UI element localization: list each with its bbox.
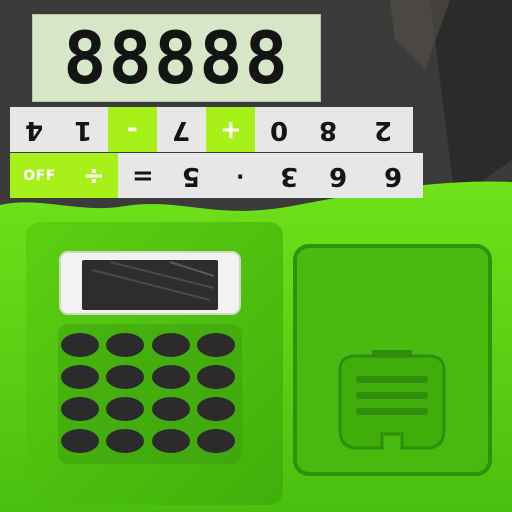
key-6-b[interactable]: 6 [363, 153, 423, 198]
key-2[interactable]: 2 [353, 107, 413, 152]
key-decimal[interactable]: · [216, 153, 265, 198]
round-key [152, 365, 190, 389]
round-key [61, 365, 99, 389]
key-7[interactable]: 7 [157, 107, 206, 152]
lcd-digits: 88888 [63, 16, 290, 100]
key-1[interactable]: 1 [59, 107, 108, 152]
battery-cover-icon [338, 350, 446, 450]
key-3[interactable]: 3 [265, 153, 314, 198]
keypad-row-1: 4 1 - 7 + 0 8 2 [10, 107, 455, 152]
keypad-panel: 4 1 - 7 + 0 8 2 OFF ÷ = 5 · 3 6 6 [10, 107, 455, 198]
lcd-display: 88888 [32, 14, 321, 102]
keypad-row-2: OFF ÷ = 5 · 3 6 6 [10, 153, 455, 198]
key-divide[interactable]: ÷ [69, 153, 118, 198]
round-key [106, 429, 144, 453]
round-key [61, 333, 99, 357]
key-equals[interactable]: = [118, 153, 167, 198]
key-plus[interactable]: + [206, 107, 255, 152]
round-key [106, 365, 144, 389]
round-key [197, 397, 235, 421]
round-key [106, 333, 144, 357]
round-key [106, 397, 144, 421]
key-4[interactable]: 4 [10, 107, 59, 152]
solar-panel-icon [82, 260, 218, 310]
key-6-a[interactable]: 6 [314, 153, 363, 198]
key-5[interactable]: 5 [167, 153, 216, 198]
round-key [61, 397, 99, 421]
key-minus[interactable]: - [108, 107, 157, 152]
key-off[interactable]: OFF [10, 153, 69, 198]
key-8[interactable]: 8 [304, 107, 353, 152]
round-key [197, 333, 235, 357]
round-key [197, 365, 235, 389]
round-key [152, 333, 190, 357]
round-key [61, 429, 99, 453]
round-key [197, 429, 235, 453]
round-key [152, 397, 190, 421]
key-0[interactable]: 0 [255, 107, 304, 152]
round-key [152, 429, 190, 453]
